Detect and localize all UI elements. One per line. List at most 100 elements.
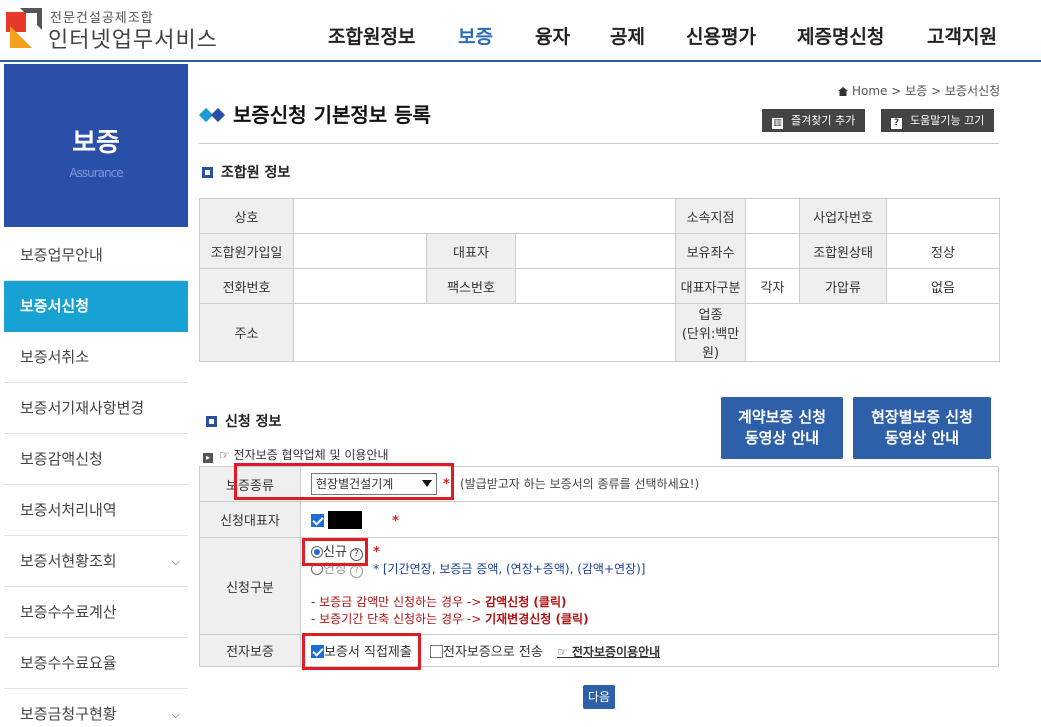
section-bullet-icon <box>202 167 213 178</box>
breadcrumb-home[interactable]: Home <box>852 84 887 98</box>
top-header: 전문건설공제조합 인터넷업무서비스 조합원정보 보증 융자 공제 신용평가 제증… <box>0 0 1041 62</box>
label-seizure: 가압류 <box>799 268 888 304</box>
reduce-apply-link[interactable]: 감액신청 (클릭) <box>485 595 566 609</box>
value-industry <box>745 303 1001 362</box>
value-status: 정상 <box>886 233 1001 269</box>
site-video-button[interactable]: 현장별보증 신청 동영상 안내 <box>853 397 991 459</box>
help-icon[interactable]: ? <box>349 548 363 561</box>
contract-video-button[interactable]: 계약보증 신청 동영상 안내 <box>721 397 843 459</box>
bookmark-button[interactable]: ▥ 즐겨찾기 추가 <box>762 109 866 132</box>
sidebar-item-history[interactable]: 보증서처리내역 <box>4 485 188 536</box>
value-join-date <box>293 233 427 269</box>
guarantee-type-select[interactable]: 현장별건설기계 <box>311 473 437 495</box>
breadcrumb: Home > 보증 > 보증서신청 <box>838 82 1000 99</box>
nav-item-support[interactable]: 고객지원 <box>927 22 997 49</box>
label-applicant-rep: 신청대표자 <box>199 501 301 538</box>
sidebar-item-label: 보증서취소 <box>20 348 90 366</box>
next-button[interactable]: 다음 <box>583 685 615 709</box>
section-bullet-icon <box>206 416 217 427</box>
modify-apply-link[interactable]: 기재변경신청 (클릭) <box>485 612 588 626</box>
nav-item-member-info[interactable]: 조합원정보 <box>328 22 415 49</box>
chevron-down-icon: ⌵ <box>171 708 180 721</box>
help-toggle-button[interactable]: ? 도움말기능 끄기 <box>881 109 995 132</box>
label-branch: 소속지점 <box>675 198 747 234</box>
value-phone <box>293 268 427 304</box>
label-status: 조합원상태 <box>799 233 888 269</box>
question-icon: ? <box>891 118 902 129</box>
label-industry-line1: 업종 <box>698 308 723 323</box>
sidebar-item-modify[interactable]: 보증서기재사항변경 <box>4 383 188 434</box>
page-title: 보증신청 기본정보 등록 <box>198 99 431 128</box>
sidebar-item-cancel[interactable]: 보증서취소 <box>4 332 188 383</box>
nav-item-certificate[interactable]: 제증명신청 <box>797 22 884 49</box>
nav-item-guarantee[interactable]: 보증 <box>458 22 493 49</box>
sidebar-item-label: 보증서기재사항변경 <box>20 399 145 417</box>
member-info-table: 상호 소속지점 사업자번호 조합원가입일 대표자 보유좌수 조합원상태 정상 전… <box>199 198 1001 362</box>
page-title-text: 보증신청 기본정보 등록 <box>233 103 431 127</box>
sidebar-item-fee-rate[interactable]: 보증수수료요율 <box>4 638 188 689</box>
video-button-line2: 동영상 안내 <box>884 429 960 447</box>
sidebar-item-guide[interactable]: 보증업무안내 <box>4 230 188 281</box>
sidebar-item-label: 보증서현황조회 <box>20 552 117 570</box>
value-seizure: 없음 <box>886 268 1001 304</box>
label-industry: 업종 (단위:백만원) <box>675 303 747 362</box>
sidebar-hero: 보증 Assurance <box>4 64 188 227</box>
note-modify-text: - 보증기간 단축 신청하는 경우 -> <box>311 612 486 626</box>
logo-icon[interactable] <box>6 8 42 48</box>
sidebar-item-label: 보증업무안내 <box>20 246 103 264</box>
kind-ext-radio[interactable] <box>311 563 323 575</box>
sidebar-title: 보증 <box>72 128 120 158</box>
label-biz-no: 사업자번호 <box>799 198 888 234</box>
sidebar-item-label: 보증감액신청 <box>20 450 103 468</box>
label-fax: 팩스번호 <box>426 268 516 304</box>
value-shares <box>745 233 801 269</box>
label-industry-line2: (단위:백만원) <box>681 327 740 361</box>
sidebar-item-label: 보증금청구현황 <box>20 705 117 723</box>
kind-ext-note: * [기간연장, 보증금 증액, (연장+증액), (감액+연장)] <box>373 562 646 576</box>
e-send-checkbox[interactable] <box>430 645 443 658</box>
applicant-rep-checkbox[interactable] <box>311 513 324 527</box>
sidebar-item-status[interactable]: 보증서현황조회 ⌵ <box>4 536 188 587</box>
member-info-title: 조합원 정보 <box>202 162 290 182</box>
bookmark-button-label: 즐겨찾기 추가 <box>791 114 856 127</box>
sidebar-item-apply[interactable]: 보증서신청 <box>4 281 188 332</box>
breadcrumb-current: 보증서신청 <box>944 84 1001 98</box>
sidebar-menu: 보증업무안내 보증서신청 보증서취소 보증서기재사항변경 보증감액신청 보증서처… <box>4 230 188 727</box>
arrow-right-icon: ▸ <box>203 453 213 463</box>
chevron-down-icon: ⌵ <box>171 555 180 568</box>
sidebar-item-claim[interactable]: 보증금청구현황 ⌵ <box>4 689 188 727</box>
breadcrumb-guarantee[interactable]: 보증 <box>905 84 927 98</box>
member-info-title-text: 조합원 정보 <box>221 165 291 181</box>
kind-new-radio[interactable] <box>311 546 323 558</box>
logo-main-text[interactable]: 인터넷업무서비스 <box>48 22 218 54</box>
note-reduce-text: - 보증금 감액만 신청하는 경우 -> <box>311 595 486 609</box>
kind-ext-label: 연장 <box>323 562 347 577</box>
direct-submit-label: 보증서 직접제출 <box>324 645 412 660</box>
apply-info-title-text: 신청 정보 <box>225 414 282 430</box>
e-guarantee-guide-link[interactable]: ☞ 전자보증이용안내 <box>557 645 660 659</box>
sidebar-item-label: 보증서처리내역 <box>20 501 117 519</box>
chevron-down-icon <box>422 480 432 487</box>
sidebar-subtitle: Assurance <box>69 166 123 180</box>
diamond-icon <box>210 107 226 123</box>
home-icon <box>838 87 848 96</box>
guarantee-type-hint: (발급받고자 하는 보증서의 종류를 선택하세요!) <box>459 476 700 491</box>
help-icon[interactable]: ? <box>349 565 363 578</box>
kind-new-label: 신규 <box>323 545 347 560</box>
direct-submit-checkbox[interactable] <box>311 645 324 658</box>
sidebar-item-reduce[interactable]: 보증감액신청 <box>4 434 188 485</box>
label-apply-kind: 신청구분 <box>199 537 301 635</box>
e-send-label: 전자보증으로 전송 <box>443 645 543 660</box>
nav-item-credit-rating[interactable]: 신용평가 <box>686 22 756 49</box>
apply-info-table: 보증종류 현장별건설기계 * (발급받고자 하는 보증서의 종류를 선택하세요!)… <box>199 466 999 667</box>
value-ceo-type: 각자 <box>745 268 801 304</box>
nav-item-loan[interactable]: 융자 <box>535 22 570 49</box>
e-guarantee-partner-link[interactable]: ▸ ☞ 전자보증 협약업체 및 이용안내 <box>203 446 389 463</box>
required-mark: * <box>443 476 450 492</box>
label-company: 상호 <box>199 198 294 234</box>
nav-item-mutual-aid[interactable]: 공제 <box>610 22 645 49</box>
sidebar-item-fee-calc[interactable]: 보증수수료계산 <box>4 587 188 638</box>
video-button-line1: 현장별보증 신청 <box>871 408 973 426</box>
value-fax <box>514 268 677 304</box>
divider <box>199 143 999 144</box>
